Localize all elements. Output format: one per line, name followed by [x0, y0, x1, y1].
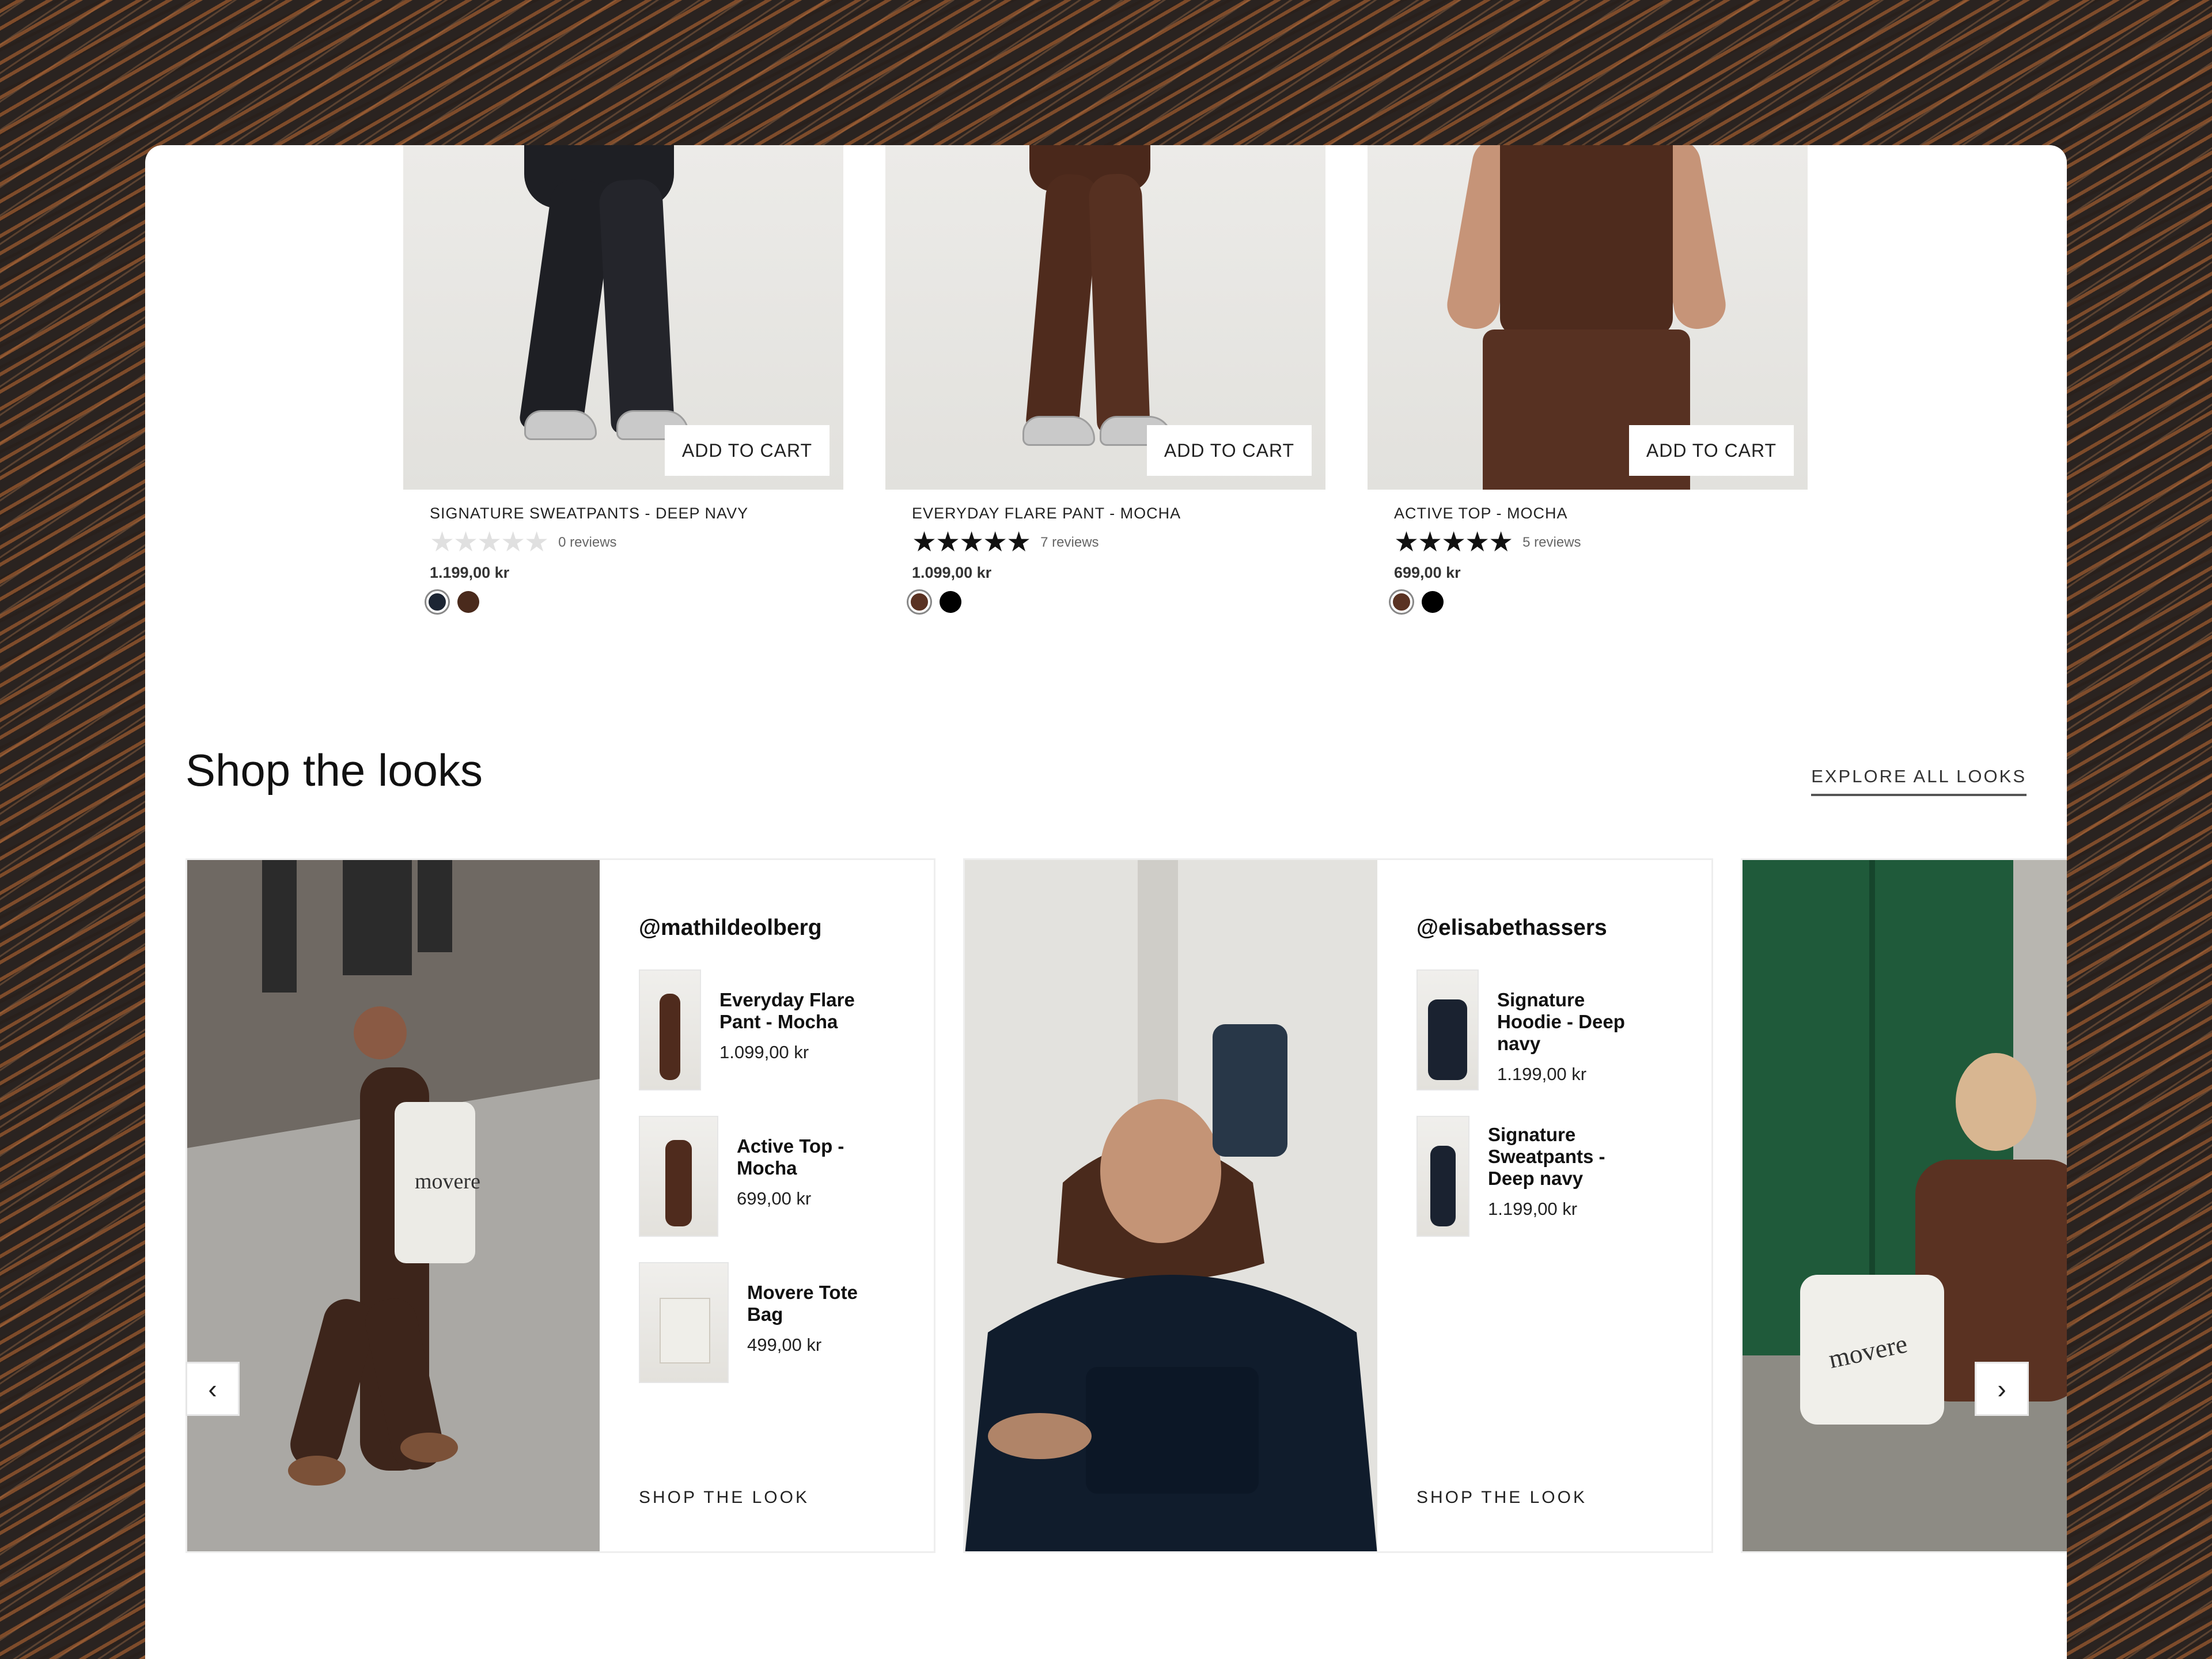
color-swatch-mocha[interactable]	[1391, 591, 1412, 613]
carousel-next-button[interactable]: ›	[1975, 1362, 2029, 1416]
look-item[interactable]: Movere Tote Bag 499,00 kr	[639, 1262, 891, 1383]
product-price: 1.199,00 kr	[430, 564, 510, 581]
look-item[interactable]: Signature Hoodie - Deep navy 1.199,00 kr	[1416, 969, 1641, 1090]
item-name[interactable]: Movere Tote Bag	[747, 1282, 891, 1325]
item-price: 699,00 kr	[737, 1188, 812, 1209]
look-info: @mathildeolberg Everyday Flare Pant - Mo…	[600, 860, 937, 1551]
explore-all-looks-link[interactable]: EXPLORE ALL LOOKS	[1811, 766, 2027, 796]
pant-leg	[1088, 173, 1150, 434]
color-swatches	[908, 591, 1325, 613]
item-price: 1.099,00 kr	[719, 1041, 809, 1062]
item-price: 499,00 kr	[747, 1334, 822, 1355]
item-thumbnail[interactable]	[639, 1262, 729, 1383]
item-thumbnail[interactable]	[639, 1116, 718, 1237]
green-door-image: movere	[1743, 860, 2067, 1551]
color-swatches	[426, 591, 843, 613]
product-name[interactable]: SIGNATURE SWEATPANTS - DEEP NAVY	[430, 505, 843, 522]
product-price: 1.099,00 kr	[912, 564, 992, 581]
carousel-prev-button[interactable]: ‹	[185, 1362, 240, 1416]
product-name[interactable]: ACTIVE TOP - MOCHA	[1394, 505, 1808, 522]
look-photo[interactable]: movere	[187, 860, 600, 1551]
review-count[interactable]: 0 reviews	[558, 535, 616, 551]
rating-row: ★★★★★ 5 reviews	[1394, 528, 1808, 557]
item-name[interactable]: Signature Hoodie - Deep navy	[1497, 989, 1641, 1055]
look-item[interactable]: Everyday Flare Pant - Mocha 1.099,00 kr	[639, 969, 863, 1090]
active-top	[1500, 145, 1673, 335]
look-info: @elisabethassers Signature Hoodie - Deep…	[1377, 860, 1715, 1551]
star-rating-icon: ★★★★★	[1394, 527, 1513, 558]
look-card: @elisabethassers Signature Hoodie - Deep…	[963, 858, 1713, 1553]
color-swatch-deep-navy[interactable]	[426, 591, 448, 613]
add-to-cart-button[interactable]: ADD TO CART	[1147, 425, 1312, 476]
rating-row: ★★★★★ 7 reviews	[912, 528, 1325, 557]
star-rating-icon: ★★★★★	[912, 527, 1031, 558]
color-swatch-black[interactable]	[940, 591, 961, 613]
star-rating-icon: ★★★★★	[430, 527, 549, 558]
color-swatches	[1391, 591, 1808, 613]
look-item[interactable]: Active Top - Mocha 699,00 kr	[639, 1116, 881, 1237]
item-price: 1.199,00 kr	[1497, 1063, 1587, 1084]
sneaker	[1022, 416, 1095, 446]
item-thumbnail[interactable]	[1416, 969, 1479, 1090]
add-to-cart-button[interactable]: ADD TO CART	[665, 425, 830, 476]
product-image[interactable]: ADD TO CART	[403, 145, 843, 490]
section-title: Shop the looks	[185, 745, 483, 796]
page-card: ADD TO CART SIGNATURE SWEATPANTS - DEEP …	[145, 145, 2067, 1659]
color-swatch-mocha[interactable]	[908, 591, 930, 613]
product-name[interactable]: EVERYDAY FLARE PANT - MOCHA	[912, 505, 1325, 522]
chevron-right-icon: ›	[1997, 1374, 2006, 1404]
color-swatch-mocha[interactable]	[457, 591, 479, 613]
rating-row: ★★★★★ 0 reviews	[430, 528, 843, 557]
item-thumbnail[interactable]	[1416, 1116, 1469, 1237]
tote-brand-text: movere	[415, 1169, 480, 1194]
item-name[interactable]: Signature Sweatpants - Deep navy	[1488, 1124, 1632, 1190]
street-scene-image: movere	[187, 860, 600, 1551]
shop-the-look-link[interactable]: SHOP THE LOOK	[1416, 1488, 1587, 1508]
look-photo[interactable]: movere	[1743, 860, 2067, 1551]
product-card[interactable]: ADD TO CART ACTIVE TOP - MOCHA ★★★★★ 5 r…	[1368, 145, 1808, 613]
item-name[interactable]: Active Top - Mocha	[737, 1135, 881, 1179]
review-count[interactable]: 7 reviews	[1040, 535, 1099, 551]
product-card[interactable]: ADD TO CART SIGNATURE SWEATPANTS - DEEP …	[403, 145, 843, 613]
look-creator-handle[interactable]: @elisabethassers	[1416, 915, 1607, 941]
item-name[interactable]: Everyday Flare Pant - Mocha	[719, 989, 863, 1033]
pant-leg	[598, 178, 675, 435]
look-card: movere	[1741, 858, 2067, 1553]
review-count[interactable]: 5 reviews	[1522, 535, 1581, 551]
look-creator-handle[interactable]: @mathildeolberg	[639, 915, 822, 941]
item-thumbnail[interactable]	[639, 969, 701, 1090]
item-price: 1.199,00 kr	[1488, 1198, 1578, 1219]
mirror-selfie-image	[965, 860, 1377, 1551]
look-photo[interactable]	[965, 860, 1377, 1551]
color-swatch-black[interactable]	[1422, 591, 1444, 613]
product-image[interactable]: ADD TO CART	[1368, 145, 1808, 490]
look-card: movere @mathildeolberg Everyday Flare Pa…	[185, 858, 935, 1553]
shop-the-look-link[interactable]: SHOP THE LOOK	[639, 1488, 809, 1508]
look-item[interactable]: Signature Sweatpants - Deep navy 1.199,0…	[1416, 1116, 1632, 1237]
product-image[interactable]: ADD TO CART	[885, 145, 1325, 490]
sneaker	[524, 410, 597, 440]
add-to-cart-button[interactable]: ADD TO CART	[1629, 425, 1794, 476]
chevron-left-icon: ‹	[208, 1374, 217, 1404]
product-card[interactable]: ADD TO CART EVERYDAY FLARE PANT - MOCHA …	[885, 145, 1325, 613]
product-price: 699,00 kr	[1394, 564, 1461, 581]
